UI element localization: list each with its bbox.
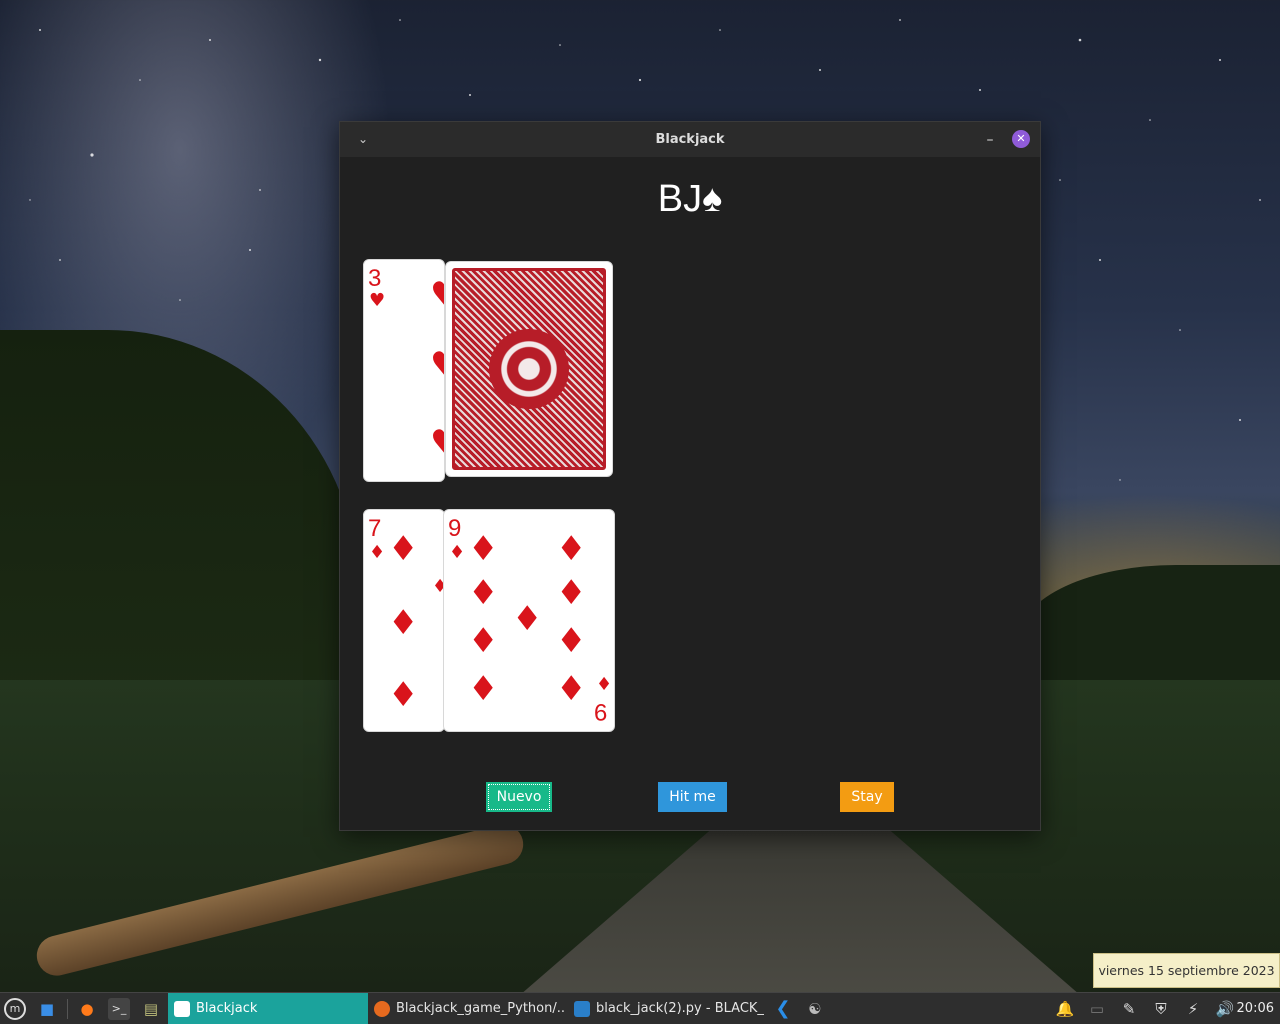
taskbar: m ■ ● >_ ▤ Blackjack Blackjack_game_Pyth…: [0, 992, 1280, 1024]
diamond-pip: ♦: [468, 573, 499, 613]
card-rank: 7: [368, 515, 382, 542]
heart-pip: ♥: [430, 278, 444, 312]
clipboard-icon[interactable]: ✎: [1118, 998, 1140, 1020]
terminal-icon[interactable]: >_: [108, 998, 130, 1020]
shield-icon[interactable]: ⛨: [1150, 998, 1172, 1020]
card-rank: 3: [368, 265, 382, 292]
player-card-1: 7 ♦ ♦ ♦ ♦ ♦: [363, 509, 445, 732]
vscode-icon: [574, 1001, 590, 1017]
files-icon[interactable]: ▤: [140, 998, 162, 1020]
card-suit: ♦: [369, 542, 386, 563]
bell-icon[interactable]: 🔔: [1054, 998, 1076, 1020]
diamond-pip: ♦: [388, 603, 419, 643]
minimize-button[interactable]: –: [980, 130, 1000, 150]
title-bar[interactable]: ⌄ Blackjack – ✕: [340, 122, 1040, 157]
card-rank-bottom: 9: [594, 698, 608, 725]
card-suit: ♦: [449, 542, 466, 563]
show-desktop-icon[interactable]: ■: [36, 998, 58, 1020]
app-logo: BJ♠: [657, 178, 723, 220]
card-suit-bottom: ♦: [596, 674, 613, 695]
card-back-medallion: [489, 329, 569, 409]
heart-pip: ♥: [430, 426, 444, 460]
card-rank: 9: [448, 515, 462, 542]
player-card-2: 9 ♦ ♦ ♦ ♦ ♦ ♦ ♦ ♦ ♦ ♦ ♦ 9: [443, 509, 615, 732]
diamond-pip: ♦: [556, 669, 587, 709]
nuevo-button[interactable]: Nuevo: [486, 782, 552, 812]
close-button[interactable]: ✕: [1012, 130, 1030, 148]
card-back-pattern: [452, 268, 606, 470]
diamond-pip: ♦: [468, 529, 499, 569]
diamond-pip: ♦: [388, 529, 419, 569]
monitor-icon[interactable]: ▭: [1086, 998, 1108, 1020]
vscode-icon[interactable]: ❮: [772, 998, 794, 1020]
task-label: Blackjack: [196, 1001, 258, 1016]
heart-pip: ♥: [430, 348, 444, 382]
firefox-icon[interactable]: ●: [76, 998, 98, 1020]
battery-icon[interactable]: ⚡: [1182, 998, 1204, 1020]
diamond-pip: ♦: [512, 599, 543, 639]
database-icon[interactable]: ☯: [804, 998, 826, 1020]
diamond-pip: ♦: [388, 675, 419, 715]
chevron-down-icon[interactable]: ⌄: [354, 130, 372, 148]
stay-button[interactable]: Stay: [840, 782, 894, 812]
hill-right: [1020, 565, 1280, 685]
task-firefox[interactable]: Blackjack_game_Python/...: [368, 993, 566, 1024]
hill-left: [0, 330, 360, 710]
task-label: Blackjack_game_Python/...: [396, 1001, 566, 1016]
diamond-pip: ♦: [468, 669, 499, 709]
dealer-card-2-back: [445, 261, 613, 477]
volume-icon[interactable]: 🔊: [1214, 998, 1236, 1020]
firefox-icon: [374, 1001, 390, 1017]
hit-me-button[interactable]: Hit me: [658, 782, 727, 812]
diamond-pip: ♦: [556, 621, 587, 661]
task-blackjack[interactable]: Blackjack: [168, 993, 368, 1024]
diamond-pip: ♦: [468, 621, 499, 661]
task-vscode[interactable]: black_jack(2).py - BLACK_...: [568, 993, 764, 1024]
window-title: Blackjack: [655, 132, 725, 147]
card-suit: ♥: [369, 290, 386, 311]
date-tooltip: viernes 15 septiembre 2023: [1093, 953, 1280, 988]
dealer-card-1: 3 ♥ ♥ ♥ ♥: [363, 259, 445, 482]
blackjack-window: ⌄ Blackjack – ✕ BJ♠ 3 ♥ ♥ ♥ ♥ 7 ♦ ♦ ♦ ♦ …: [339, 121, 1041, 831]
diamond-pip: ♦: [556, 573, 587, 613]
blackjack-app-icon: [174, 1001, 190, 1017]
task-label: black_jack(2).py - BLACK_...: [596, 1001, 764, 1016]
clock[interactable]: 20:06: [1237, 993, 1274, 1024]
taskbar-separator: [67, 999, 68, 1019]
diamond-pip: ♦: [556, 529, 587, 569]
mint-menu-icon[interactable]: m: [4, 998, 26, 1020]
